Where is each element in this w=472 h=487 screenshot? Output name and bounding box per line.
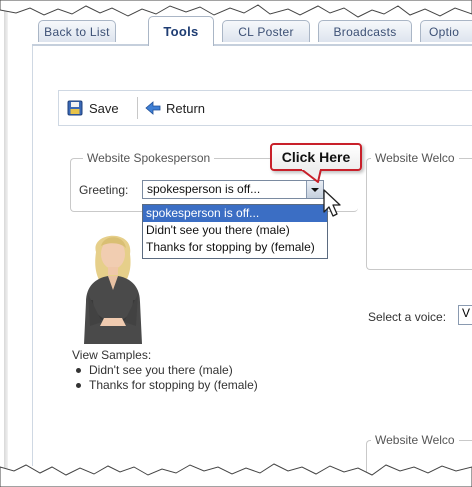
list-item: Didn't see you there (male) xyxy=(72,363,258,378)
voice-value: V xyxy=(462,306,471,320)
toolbar: Save Return xyxy=(58,90,472,126)
greeting-option[interactable]: spokesperson is off... xyxy=(143,205,327,222)
view-samples: View Samples: Didn't see you there (male… xyxy=(72,348,258,393)
greeting-dropdown-list: spokesperson is off... Didn't see you th… xyxy=(142,204,328,259)
sample-link[interactable]: Thanks for stopping by (female) xyxy=(89,378,258,393)
return-button[interactable]: Return xyxy=(145,98,205,118)
dropdown-arrow-button[interactable] xyxy=(306,181,323,198)
list-item: Thanks for stopping by (female) xyxy=(72,378,258,393)
greeting-option[interactable]: Didn't see you there (male) xyxy=(143,222,327,239)
welcome-group: Website Welco xyxy=(366,151,472,270)
return-arrow-icon xyxy=(145,100,161,116)
spokesperson-legend: Website Spokesperson xyxy=(83,151,215,165)
torn-edge-bottom xyxy=(0,463,472,487)
greeting-select[interactable]: spokesperson is off... xyxy=(142,180,324,199)
callout-text: Click Here xyxy=(281,149,351,165)
greeting-option[interactable]: Thanks for stopping by (female) xyxy=(143,239,327,256)
click-here-callout: Click Here xyxy=(270,143,362,171)
greeting-label: Greeting: xyxy=(79,183,129,197)
return-label: Return xyxy=(166,100,206,116)
voice-select[interactable]: V xyxy=(458,305,472,325)
voice-label: Select a voice: xyxy=(368,310,447,324)
bullet-icon xyxy=(76,383,81,388)
welcome-bottom-legend: Website Welco xyxy=(371,433,459,447)
toolbar-divider xyxy=(137,97,138,119)
greeting-value: spokesperson is off... xyxy=(147,182,261,196)
save-button[interactable]: Save xyxy=(67,98,119,118)
sample-link[interactable]: Didn't see you there (male) xyxy=(89,363,233,378)
save-icon xyxy=(67,100,83,116)
spokesperson-photo xyxy=(84,235,142,344)
save-label: Save xyxy=(89,100,119,116)
bullet-icon xyxy=(76,368,81,373)
chevron-down-icon xyxy=(311,188,319,192)
mouse-cursor-icon xyxy=(323,189,341,217)
welcome-legend: Website Welco xyxy=(371,151,459,165)
torn-edge-top xyxy=(0,0,472,18)
callout-pointer-icon xyxy=(300,169,322,183)
samples-heading: View Samples: xyxy=(72,348,152,362)
